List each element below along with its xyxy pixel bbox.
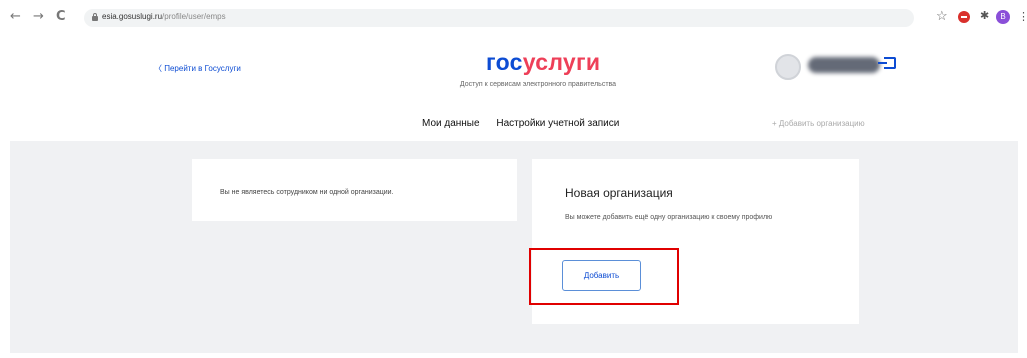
back-arrow-icon[interactable]: ← bbox=[10, 10, 21, 24]
user-name-blurred[interactable] bbox=[808, 57, 880, 73]
reload-icon[interactable]: C bbox=[56, 10, 66, 24]
new-organization-description: Вы можете добавить ещё одну организацию … bbox=[565, 214, 773, 221]
address-bar[interactable]: esia.gosuslugi.ru/profile/user/emps bbox=[84, 9, 914, 27]
lock-icon bbox=[92, 13, 98, 21]
new-organization-title: Новая организация bbox=[565, 186, 673, 200]
logout-icon[interactable] bbox=[878, 57, 896, 69]
no-organization-message: Вы не являетесь сотрудником ни одной орг… bbox=[220, 189, 394, 196]
profile-nav: Мои данные Настройки учетной записи bbox=[422, 118, 633, 129]
content-area: Вы не являетесь сотрудником ни одной орг… bbox=[10, 141, 1018, 353]
red-highlight-frame bbox=[529, 248, 679, 305]
logo-part-uslugi: услуги bbox=[522, 49, 601, 75]
back-to-gosuslugi-link[interactable]: 〈 Перейти в Госуслуги bbox=[154, 63, 241, 74]
site-tagline: Доступ к сервисам электронного правитель… bbox=[459, 81, 617, 88]
profile-icon[interactable]: B bbox=[996, 10, 1010, 24]
browser-toolbar: ← → C esia.gosuslugi.ru/profile/user/emp… bbox=[0, 0, 1027, 36]
no-organization-card: Вы не являетесь сотрудником ни одной орг… bbox=[192, 159, 517, 221]
tab-account-settings[interactable]: Настройки учетной записи bbox=[496, 118, 619, 129]
gosuslugi-logo[interactable]: госуслуги bbox=[486, 50, 600, 74]
add-organization-link[interactable]: + Добавить организацию bbox=[772, 119, 865, 128]
menu-icon[interactable]: ⋮ bbox=[1018, 10, 1027, 24]
tab-my-data[interactable]: Мои данные bbox=[422, 118, 480, 129]
star-icon[interactable]: ☆ bbox=[936, 9, 948, 23]
url-path: /profile/user/emps bbox=[162, 12, 226, 21]
puzzle-icon[interactable]: ✱ bbox=[980, 10, 989, 22]
user-avatar[interactable] bbox=[775, 54, 801, 80]
url-text: esia.gosuslugi.ru/profile/user/emps bbox=[102, 12, 226, 21]
forward-arrow-icon[interactable]: → bbox=[33, 10, 44, 24]
extension-icon[interactable] bbox=[958, 11, 970, 23]
logo-part-gos: гос bbox=[486, 49, 523, 75]
url-host: esia.gosuslugi.ru bbox=[102, 12, 163, 21]
